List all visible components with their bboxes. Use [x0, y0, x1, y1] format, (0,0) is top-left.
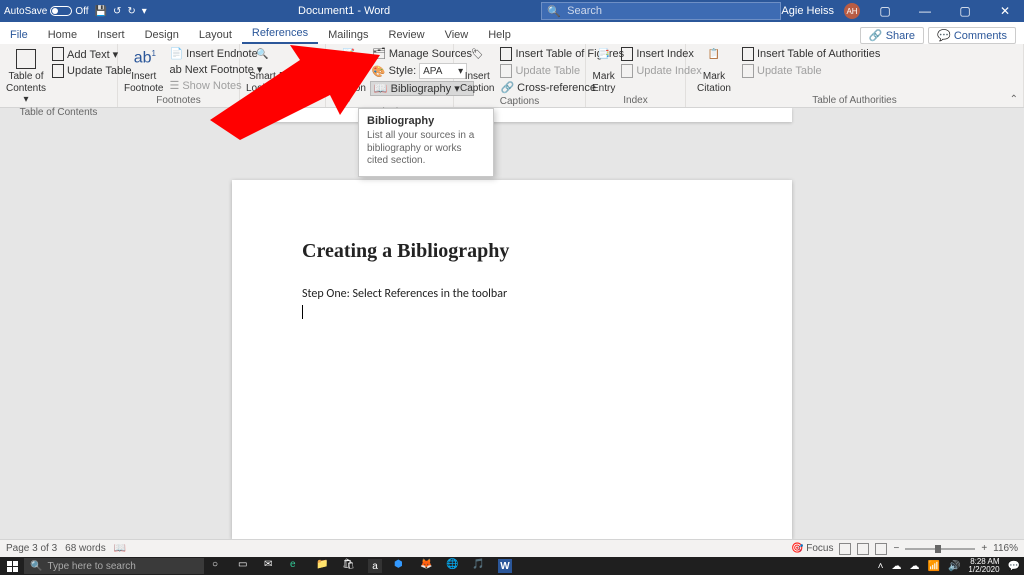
- tab-view[interactable]: View: [435, 26, 479, 44]
- minimize-button[interactable]: —: [910, 4, 940, 18]
- edge-icon[interactable]: e: [290, 559, 304, 573]
- user-avatar[interactable]: AH: [844, 3, 860, 19]
- page-icon: [742, 64, 754, 78]
- group-label: Index: [592, 94, 679, 106]
- cortana-icon[interactable]: ○: [212, 559, 226, 573]
- save-icon[interactable]: 💾: [95, 6, 107, 17]
- mark-entry-button[interactable]: 📑 Mark Entry: [592, 46, 615, 94]
- notifications-icon[interactable]: 💬: [1008, 561, 1020, 572]
- taskbar-search[interactable]: 🔍 Type here to search: [24, 558, 204, 574]
- comments-button[interactable]: 💬 Comments: [928, 27, 1016, 44]
- tab-design[interactable]: Design: [135, 26, 189, 44]
- tab-home[interactable]: Home: [38, 26, 87, 44]
- windows-logo-icon: [7, 561, 18, 572]
- mark-entry-icon: 📑: [594, 49, 614, 69]
- next-icon: ab: [169, 64, 181, 76]
- windows-taskbar: 🔍 Type here to search ○ ▭ ✉ e 📁 🛍 a ⬢ 🦊 …: [0, 557, 1024, 575]
- tab-insert[interactable]: Insert: [87, 26, 135, 44]
- insert-footnote-button[interactable]: ab1 Insert Footnote: [124, 46, 163, 94]
- zoom-slider[interactable]: [905, 548, 975, 550]
- tab-review[interactable]: Review: [379, 26, 435, 44]
- cloud-icon[interactable]: ☁: [892, 561, 902, 572]
- doc-heading[interactable]: Creating a Bibliography: [302, 240, 722, 263]
- annotation-arrow-icon: [210, 40, 380, 140]
- title-bar: AutoSave Off 💾 ↺ ↻ ▾ Document1 - Word 🔍 …: [0, 0, 1024, 22]
- zoom-in-icon[interactable]: +: [981, 543, 987, 554]
- group-label: Captions: [460, 95, 579, 107]
- tray-up-icon[interactable]: ˄: [878, 561, 884, 572]
- tooltip-body: List all your sources in a bibliography …: [367, 130, 485, 168]
- word-count[interactable]: 68 words: [65, 543, 106, 554]
- toc-icon: [16, 49, 36, 69]
- redo-icon[interactable]: ↻: [127, 6, 135, 17]
- mark-citation-icon: 📋: [704, 49, 724, 69]
- close-button[interactable]: ✕: [990, 4, 1020, 18]
- volume-icon[interactable]: 🔊: [948, 561, 960, 572]
- search-icon: 🔍: [547, 5, 561, 18]
- amazon-icon[interactable]: a: [368, 559, 382, 573]
- tab-help[interactable]: Help: [478, 26, 521, 44]
- onedrive-icon[interactable]: ☁: [910, 561, 920, 572]
- ribbon-references: Table of Contents ▾ Add Text ▾ Update Ta…: [0, 44, 1024, 108]
- page-icon: [742, 47, 754, 61]
- user-name[interactable]: Agie Heiss: [781, 5, 834, 17]
- read-mode-icon[interactable]: [839, 543, 851, 555]
- cross-ref-icon: 🔗: [500, 81, 514, 94]
- mark-citation-button[interactable]: 📋 Mark Citation: [692, 46, 736, 94]
- doc-line[interactable]: Step One: Select References in the toolb…: [302, 287, 722, 301]
- autosave-toggle[interactable]: AutoSave Off: [4, 6, 89, 17]
- spellcheck-icon[interactable]: 📖: [114, 543, 126, 554]
- focus-mode[interactable]: 🎯 Focus: [791, 543, 833, 554]
- web-layout-icon[interactable]: [875, 543, 887, 555]
- document-title: Document1 - Word: [298, 5, 390, 17]
- tooltip-title: Bibliography: [367, 115, 485, 127]
- page-icon: [621, 64, 633, 78]
- footnote-icon: ab1: [134, 49, 154, 69]
- page-icon: [52, 64, 64, 78]
- mail-icon[interactable]: ✉: [264, 559, 278, 573]
- share-button[interactable]: 🔗 Share: [860, 27, 924, 44]
- maximize-button[interactable]: ▢: [950, 4, 980, 18]
- ribbon-options-icon[interactable]: ▢: [870, 4, 900, 18]
- document-canvas[interactable]: Creating a Bibliography Step One: Select…: [0, 108, 1024, 539]
- endnote-icon: 📄: [169, 47, 183, 60]
- ribbon-tabs: File Home Insert Design Layout Reference…: [0, 22, 1024, 44]
- zoom-level[interactable]: 116%: [993, 543, 1018, 554]
- dropbox-icon[interactable]: ⬢: [394, 559, 408, 573]
- insert-caption-button[interactable]: 🏷 Insert Caption: [460, 46, 494, 94]
- tell-me-search[interactable]: 🔍 Search: [541, 2, 781, 20]
- insert-authorities-button[interactable]: Insert Table of Authorities: [740, 46, 882, 62]
- table-of-contents-button[interactable]: Table of Contents ▾: [6, 46, 46, 106]
- page-icon: [500, 47, 512, 61]
- caption-icon: 🏷: [467, 49, 487, 69]
- wifi-icon[interactable]: 📶: [928, 561, 940, 572]
- page-icon: [52, 47, 64, 61]
- tab-file[interactable]: File: [0, 26, 38, 44]
- explorer-icon[interactable]: 📁: [316, 559, 330, 573]
- undo-icon[interactable]: ↺: [113, 6, 121, 17]
- task-view-icon[interactable]: ▭: [238, 559, 252, 573]
- page-icon: [500, 64, 512, 78]
- page-icon: [621, 47, 633, 61]
- notes-icon: ☰: [169, 79, 179, 92]
- document-page[interactable]: Creating a Bibliography Step One: Select…: [232, 180, 792, 539]
- collapse-ribbon-icon[interactable]: ⌃: [1010, 94, 1018, 105]
- group-label: Table of Authorities: [692, 94, 1017, 106]
- system-clock[interactable]: 8:28 AM 1/2/2020: [968, 558, 999, 574]
- page-count[interactable]: Page 3 of 3: [6, 543, 57, 554]
- start-button[interactable]: [0, 557, 24, 575]
- toggle-off-icon: [50, 6, 72, 16]
- word-icon[interactable]: W: [498, 559, 512, 573]
- status-bar: Page 3 of 3 68 words 📖 🎯 Focus − + 116%: [0, 539, 1024, 557]
- print-layout-icon[interactable]: [857, 543, 869, 555]
- search-icon: 🔍: [30, 561, 42, 572]
- chrome-icon[interactable]: 🌐: [446, 559, 460, 573]
- update-authorities-button: Update Table: [740, 63, 882, 79]
- music-icon[interactable]: 🎵: [472, 559, 486, 573]
- firefox-icon[interactable]: 🦊: [420, 559, 434, 573]
- zoom-out-icon[interactable]: −: [893, 543, 899, 554]
- text-cursor: [302, 305, 303, 319]
- store-icon[interactable]: 🛍: [342, 559, 356, 573]
